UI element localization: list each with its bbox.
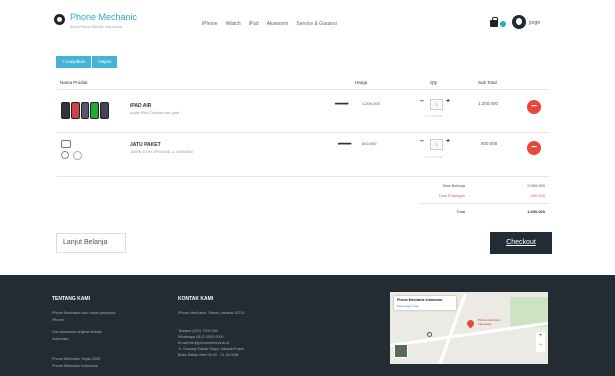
total-belanja-value: 2.000.000: [527, 183, 545, 188]
product-image-ipad[interactable]: [61, 102, 109, 119]
map-larger-link[interactable]: View larger map: [397, 304, 419, 308]
nav-item-service[interactable]: Service & Garansi: [296, 21, 336, 27]
tab-lanjutkan[interactable]: < Lanjutkan: [56, 56, 93, 68]
brand-title[interactable]: Phone Mechanic: [70, 12, 137, 22]
continue-shopping-button[interactable]: Lanjut Belanja: [56, 233, 126, 253]
map-pin-icon[interactable]: [465, 318, 476, 329]
qty-decrease-button[interactable]: –: [420, 138, 424, 145]
column-header-product: Nama Produk: [60, 80, 88, 85]
footer-about-title: TENTANG KAMI: [52, 296, 90, 302]
total-value: 1.600.000: [527, 209, 545, 214]
column-header-price: Harga: [355, 80, 368, 85]
qty-increase-button[interactable]: +: [446, 98, 450, 105]
map-zoom-control[interactable]: + −: [536, 332, 545, 352]
nav-item-iwatch[interactable]: iWatch: [226, 21, 241, 27]
product-image-watch[interactable]: [61, 140, 89, 162]
footer-contact-line: Phone Mechanic, Senen Jakarta 10710: [178, 311, 245, 315]
price-original: 999999: [335, 101, 349, 106]
map-info-card: Phone Mechanic Indonesia View larger map: [394, 296, 456, 310]
delete-item-button[interactable]: −: [527, 141, 541, 155]
price-current: 800.000: [362, 141, 377, 146]
map-title: Phone Mechanic Indonesia: [397, 298, 442, 302]
price-original: 499999: [338, 141, 352, 146]
column-header-subtotal: Sub Total: [478, 80, 497, 85]
location-map[interactable]: Phone Mechanic Indonesia View larger map…: [390, 292, 548, 364]
map-satellite-toggle[interactable]: [394, 344, 408, 358]
footer-contact-line: Buka Setiap Hari 09.00 - 21.00 WIB: [178, 353, 239, 357]
footer-contact-line: Telepon (021) 7000 000: [178, 329, 219, 333]
brand-subtitle: Best Phone Mobile Indonesia: [70, 24, 123, 29]
cart-badge: [500, 21, 506, 27]
checkout-button[interactable]: Checkout: [490, 232, 552, 254]
table-divider: [57, 89, 550, 90]
total-label: Total: [456, 209, 465, 214]
qty-note: 1 in cart order: [424, 114, 443, 118]
qty-decrease-button[interactable]: –: [420, 98, 424, 105]
potongan-value: 400.000: [530, 193, 545, 198]
footer-contact-line: Email info@phonemechanic.id: [178, 341, 230, 345]
qty-note: 1 in cart order: [424, 155, 443, 159]
footer-contact-line: Jl. Gunung Sahari Raya, Jakarta Pusat: [178, 347, 244, 351]
cart-tabs: < Lanjutkan Hapus: [56, 56, 119, 68]
qty-input[interactable]: 1: [430, 139, 443, 150]
nav-item-ipad[interactable]: iPad: [249, 21, 259, 27]
nav-item-aksesoris[interactable]: Aksesoris: [267, 21, 289, 27]
potongan-label: Total Potongan: [438, 193, 465, 198]
footer-about-line: Indonesia: [52, 337, 69, 341]
map-pin-label: Phone Mechanic Indonesia: [478, 318, 501, 326]
footer-about-line: Phone Mechanic Sejak 2009: [52, 357, 101, 361]
product-desc: JAMIN 100% ORIGINAL & GARANSI: [130, 150, 193, 154]
username[interactable]: jorge: [529, 20, 540, 26]
footer-contact-line: Whatsapp 0812 0000 0000: [178, 335, 224, 339]
tab-hapus[interactable]: Hapus: [92, 56, 119, 68]
qty-input[interactable]: 1: [430, 99, 443, 110]
logo-icon[interactable]: [54, 14, 65, 25]
total-belanja-label: Total Belanja: [442, 183, 465, 188]
row-subtotal: 1.200.000: [478, 101, 499, 106]
map-marker-icon: [427, 332, 432, 337]
product-name[interactable]: iPAD AIR: [130, 103, 151, 109]
footer-about-line: Dan Aksesoris original terbaik: [52, 330, 103, 334]
site-header: Phone Mechanic Best Phone Mobile Indones…: [0, 0, 615, 44]
price-current: 1.200.000: [362, 101, 380, 106]
delete-item-button[interactable]: −: [527, 100, 541, 114]
row-subtotal: 800.000: [481, 141, 498, 146]
user-avatar[interactable]: [512, 15, 526, 29]
footer-contact-title: KONTAK KAMI: [178, 296, 214, 302]
footer-about-line: Phone Mechanic toko resmi penyedia: [52, 311, 116, 315]
footer-about-line: Phone Mechanic Indonesia: [52, 364, 98, 368]
qty-increase-button[interactable]: +: [446, 138, 450, 145]
column-header-qty: Qty: [430, 80, 438, 85]
main-nav: iPhone iWatch iPad Aksesoris Service & G…: [202, 21, 337, 27]
table-divider: [57, 176, 550, 177]
footer-about-line: iPhone: [52, 318, 64, 322]
product-name[interactable]: JATU PAKET: [130, 142, 161, 148]
table-divider: [57, 132, 550, 133]
shopping-bag-icon[interactable]: [490, 17, 498, 27]
product-desc: Apple iPad Cellular rose gold: [130, 111, 179, 115]
summary-divider: [420, 203, 550, 204]
nav-item-iphone[interactable]: iPhone: [202, 21, 218, 27]
